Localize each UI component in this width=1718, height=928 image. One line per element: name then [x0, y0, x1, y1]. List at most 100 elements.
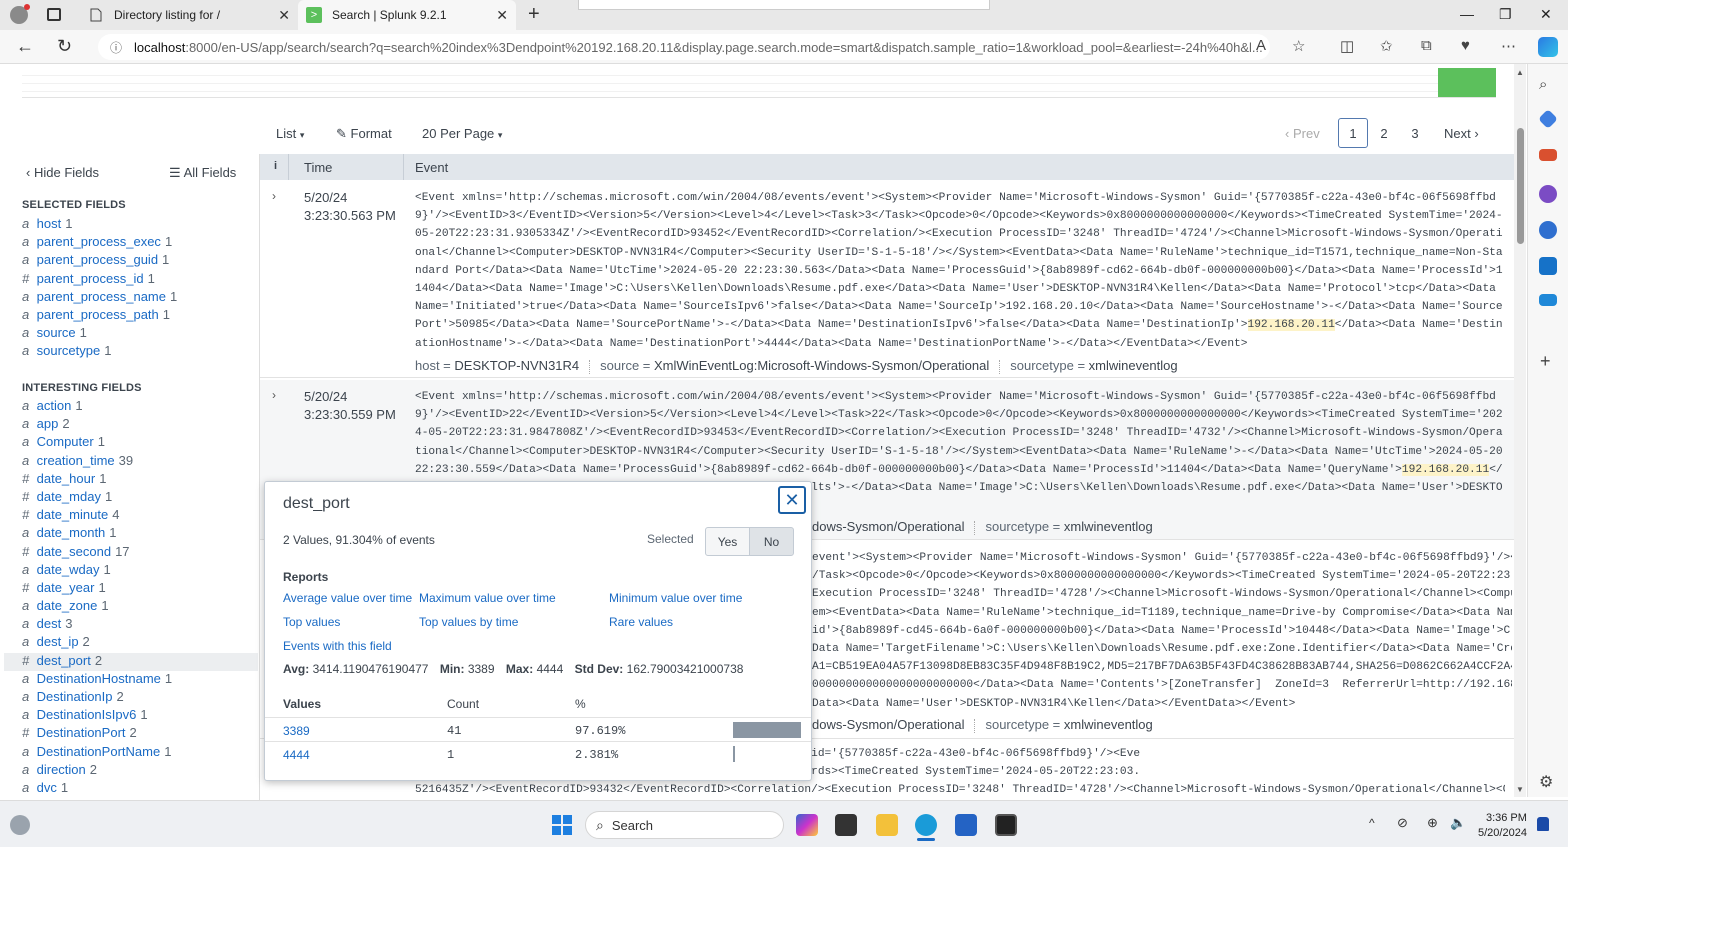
all-fields-button[interactable]: ☰ All Fields [169, 165, 236, 181]
field-item-direction[interactable]: a direction 2 [22, 762, 258, 780]
refresh-icon[interactable]: ↻ [57, 36, 72, 57]
selected-yes-button[interactable]: Yes [705, 527, 750, 556]
field-name[interactable]: direction [37, 762, 86, 777]
sidebar-outlook-icon[interactable] [1539, 257, 1557, 275]
field-item-dest-ip[interactable]: a dest_ip 2 [22, 634, 258, 652]
file-explorer-icon[interactable] [876, 814, 898, 836]
next-page-button[interactable]: Next › [1444, 118, 1479, 148]
field-name[interactable]: source [37, 325, 76, 340]
top-values-link[interactable]: Top values [283, 615, 340, 629]
per-page-dropdown[interactable]: 20 Per Page ▾ [422, 126, 502, 141]
start-icon[interactable] [552, 815, 572, 835]
rare-values-link[interactable]: Rare values [609, 615, 673, 629]
event-time[interactable]: 5/20/24 3:23:30.563 PM [304, 189, 396, 225]
field-item-action[interactable]: a action 1 [22, 398, 258, 416]
sourcetype-value[interactable]: xmlwineventlog [1064, 519, 1153, 534]
page-1-button[interactable]: 1 [1338, 118, 1368, 148]
sidebar-people-icon[interactable] [1539, 185, 1557, 203]
field-item-date-month[interactable]: a date_month 1 [22, 525, 258, 543]
sidebar-search-icon[interactable]: ⌕ [1539, 76, 1547, 93]
timeline-bar[interactable] [1438, 68, 1496, 97]
close-tab-icon[interactable]: ✕ [278, 7, 290, 24]
sidebar-add-icon[interactable]: + [1540, 351, 1551, 372]
field-name[interactable]: DestinationPortName [37, 744, 161, 759]
time-column-header[interactable]: Time [304, 160, 332, 175]
field-item-parent-process-guid[interactable]: a parent_process_guid 1 [22, 252, 258, 270]
copilot-icon[interactable] [1538, 37, 1558, 57]
tab-actions-icon[interactable] [47, 8, 61, 21]
event-time[interactable]: 5/20/24 3:23:30.559 PM [304, 388, 396, 424]
value-link[interactable]: 4444 [283, 748, 310, 762]
top-values-by-time-link[interactable]: Top values by time [419, 615, 518, 629]
expand-chevron-icon[interactable]: › [272, 189, 276, 203]
widgets-icon[interactable] [10, 815, 30, 835]
source-value[interactable]: dows-Sysmon/Operational [812, 519, 964, 534]
field-item-dest-port[interactable]: # dest_port 2 [4, 652, 258, 671]
format-button[interactable]: ✎ Format [336, 126, 392, 142]
field-name[interactable]: date_month [37, 525, 106, 540]
field-name[interactable]: dest_port [37, 653, 91, 668]
hide-fields-button[interactable]: ‹ Hide Fields [26, 165, 99, 180]
minimum-over-time-link[interactable]: Minimum value over time [609, 591, 742, 605]
field-name[interactable]: DestinationIp [37, 689, 113, 704]
field-name[interactable]: dvc [37, 780, 57, 795]
field-item-destinationip[interactable]: a DestinationIp 2 [22, 689, 258, 707]
read-aloud-icon[interactable]: A [1256, 37, 1266, 54]
store-icon[interactable] [955, 814, 977, 836]
field-item-app[interactable]: a app 2 [22, 416, 258, 434]
field-name[interactable]: date_hour [37, 471, 96, 486]
terminal-app-icon[interactable] [835, 814, 857, 836]
field-name[interactable]: date_minute [37, 507, 109, 522]
host-value[interactable]: DESKTOP-NVN31R4 [454, 358, 579, 373]
site-info-icon[interactable]: ⓘ [110, 39, 122, 56]
globe-icon[interactable]: ⊕ [1427, 815, 1438, 831]
tab-splunk-search[interactable]: > Search | Splunk 9.2.1 ✕ [298, 0, 516, 30]
more-menu-icon[interactable]: ⋯ [1501, 37, 1516, 55]
value-link[interactable]: 3389 [283, 724, 310, 738]
favorites-icon[interactable]: ✩ [1380, 37, 1393, 55]
sidebar-settings-icon[interactable]: ⚙ [1539, 772, 1553, 792]
scroll-up-icon[interactable]: ▲ [1516, 68, 1524, 77]
page-scrollbar-thumb[interactable] [1517, 128, 1524, 244]
field-name[interactable]: Computer [37, 434, 94, 449]
event-column-header[interactable]: Event [415, 160, 448, 175]
field-name[interactable]: date_wday [37, 562, 100, 577]
split-screen-icon[interactable]: ◫ [1340, 37, 1354, 55]
maximize-icon[interactable]: ❐ [1499, 6, 1512, 23]
taskbar-search[interactable]: ⌕ Search [585, 811, 784, 839]
chevron-up-icon[interactable]: ^ [1369, 816, 1375, 830]
field-item-date-mday[interactable]: # date_mday 1 [22, 489, 258, 507]
taskbar-clock[interactable]: 3:36 PM 5/20/2024 [1478, 811, 1527, 841]
field-item-destinationisipv6[interactable]: a DestinationIsIpv6 1 [22, 707, 258, 725]
volume-icon[interactable]: 🔈 [1450, 815, 1466, 831]
collections-icon[interactable]: ⧉ [1421, 37, 1432, 54]
field-item-creation-time[interactable]: a creation_time 39 [22, 453, 258, 471]
field-item-date-year[interactable]: # date_year 1 [22, 580, 258, 598]
field-name[interactable]: DestinationPort [37, 725, 126, 740]
field-item-date-hour[interactable]: # date_hour 1 [22, 471, 258, 489]
field-name[interactable]: dest [37, 616, 62, 631]
field-item-parent-process-name[interactable]: a parent_process_name 1 [22, 289, 258, 307]
average-over-time-link[interactable]: Average value over time [283, 591, 412, 605]
field-item-host[interactable]: a host 1 [22, 216, 258, 234]
scroll-down-icon[interactable]: ▼ [1516, 785, 1524, 794]
field-item-date-wday[interactable]: a date_wday 1 [22, 562, 258, 580]
back-icon[interactable]: ← [16, 36, 34, 57]
field-name[interactable]: date_zone [37, 598, 98, 613]
field-item-destinationportname[interactable]: a DestinationPortName 1 [22, 744, 258, 762]
favorite-star-icon[interactable]: ☆ [1292, 37, 1305, 55]
expand-chevron-icon[interactable]: › [272, 388, 276, 402]
field-name[interactable]: creation_time [37, 453, 115, 468]
field-item-destinationhostname[interactable]: a DestinationHostname 1 [22, 671, 258, 689]
field-name[interactable]: host [37, 216, 62, 231]
minimize-icon[interactable]: — [1460, 6, 1474, 22]
field-item-parent-process-exec[interactable]: a parent_process_exec 1 [22, 234, 258, 252]
field-item-date-minute[interactable]: # date_minute 4 [22, 507, 258, 525]
field-item-dest[interactable]: a dest 3 [22, 616, 258, 634]
sidebar-copilot-icon[interactable] [1539, 221, 1557, 239]
events-with-field-link[interactable]: Events with this field [283, 639, 392, 653]
source-value[interactable]: XmlWinEventLog:Microsoft-Windows-Sysmon/… [654, 358, 989, 373]
info-column-header[interactable]: i [274, 160, 277, 172]
field-item-dvc[interactable]: a dvc 1 [22, 780, 258, 798]
sidebar-send-icon[interactable] [1539, 294, 1557, 306]
